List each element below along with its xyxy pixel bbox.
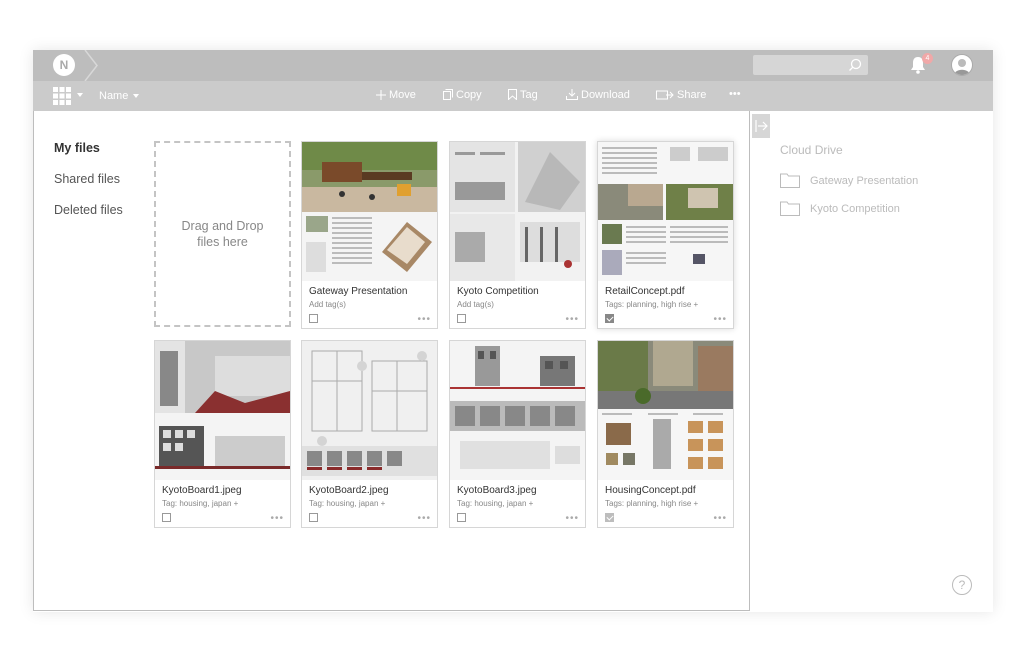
more-actions-button[interactable]: ••• <box>729 88 741 100</box>
search-icon[interactable] <box>848 58 862 72</box>
folder-label: Gateway Presentation <box>810 175 919 187</box>
file-tags[interactable]: Add tag(s) <box>309 300 346 309</box>
top-bar: N 4 <box>33 50 993 81</box>
file-tags[interactable]: Tag: housing, japan + <box>162 499 238 508</box>
bookmark-tag-icon <box>508 89 517 101</box>
file-select-checkbox[interactable] <box>605 314 614 323</box>
file-card[interactable]: Kyoto Competition Add tag(s) ••• <box>449 141 586 329</box>
file-thumbnail <box>450 341 585 480</box>
folder-icon <box>780 201 800 216</box>
file-select-checkbox[interactable] <box>457 513 466 522</box>
sort-dropdown[interactable]: Name <box>99 90 140 102</box>
collapse-panel-button[interactable] <box>752 114 770 138</box>
sidebar-item-my-files[interactable]: My files <box>54 141 123 172</box>
user-avatar-icon <box>954 59 970 75</box>
cloud-drive-title: Cloud Drive <box>780 143 843 157</box>
file-thumbnail <box>302 341 437 480</box>
breadcrumb-chevron-icon <box>84 50 98 81</box>
file-card[interactable]: RetailConcept.pdf Tags: planning, high r… <box>597 141 734 329</box>
file-tags[interactable]: Tags: planning, high rise + <box>605 499 698 508</box>
cloud-folder-item[interactable]: Gateway Presentation <box>780 173 918 188</box>
help-button[interactable]: ? <box>952 575 972 595</box>
file-more-button[interactable]: ••• <box>713 314 727 325</box>
file-name: KyotoBoard1.jpeg <box>162 485 242 496</box>
file-name: KyotoBoard3.jpeg <box>457 485 537 496</box>
file-more-button[interactable]: ••• <box>417 513 431 524</box>
tag-button[interactable]: Tag <box>508 89 538 101</box>
avatar[interactable] <box>951 54 973 76</box>
download-label: Download <box>581 89 630 101</box>
share-label: Share <box>677 89 707 101</box>
file-tags[interactable]: Tags: planning, high rise + <box>605 300 698 309</box>
file-thumbnail <box>598 142 733 281</box>
file-more-button[interactable]: ••• <box>565 513 579 524</box>
file-thumbnail <box>302 142 437 281</box>
cloud-drive-panel: Cloud Drive Gateway Presentation Kyoto C… <box>750 111 993 611</box>
toolbar: Name Move Copy Tag Download Share ••• <box>33 81 993 111</box>
download-button[interactable]: Download <box>566 89 630 101</box>
file-more-button[interactable]: ••• <box>270 513 284 524</box>
file-tags[interactable]: Tag: housing, japan + <box>457 499 533 508</box>
folder-label: Kyoto Competition <box>810 203 900 215</box>
download-icon <box>566 89 578 100</box>
file-card[interactable]: KyotoBoard2.jpeg Tag: housing, japan + •… <box>301 340 438 528</box>
sidebar-nav: My files Shared files Deleted files <box>54 141 123 234</box>
file-card[interactable]: HousingConcept.pdf Tags: planning, high … <box>597 340 734 528</box>
drop-zone-text: Drag and Drop files here <box>181 219 264 249</box>
file-name: Kyoto Competition <box>457 286 539 297</box>
file-name: RetailConcept.pdf <box>605 286 685 297</box>
file-card[interactable]: KyotoBoard3.jpeg Tag: housing, japan + •… <box>449 340 586 528</box>
drop-zone[interactable]: Drag and Drop files here <box>154 141 291 327</box>
tag-label: Tag <box>520 89 538 101</box>
file-select-checkbox[interactable] <box>162 513 171 522</box>
move-label: Move <box>389 89 416 101</box>
move-button[interactable]: Move <box>376 89 416 101</box>
sort-label: Name <box>99 90 129 102</box>
file-select-checkbox[interactable] <box>309 314 318 323</box>
file-browser: My files Shared files Deleted files Drag… <box>33 111 750 611</box>
file-select-checkbox[interactable] <box>605 513 614 522</box>
move-icon <box>376 90 386 100</box>
cloud-folder-item[interactable]: Kyoto Competition <box>780 201 900 216</box>
sidebar-item-shared-files[interactable]: Shared files <box>54 172 123 203</box>
file-thumbnail <box>598 341 733 480</box>
file-thumbnail <box>450 142 585 281</box>
file-name: Gateway Presentation <box>309 286 408 297</box>
copy-button[interactable]: Copy <box>443 89 482 101</box>
chevron-down-icon <box>133 94 140 98</box>
folder-icon <box>780 173 800 188</box>
file-name: HousingConcept.pdf <box>605 485 696 496</box>
sidebar-item-deleted-files[interactable]: Deleted files <box>54 203 123 234</box>
view-dropdown-caret-icon[interactable] <box>77 93 83 97</box>
app-window: N 4 Name Move Copy Tag Download Share ••… <box>33 50 993 612</box>
logo-icon[interactable]: N <box>53 54 75 76</box>
file-thumbnail <box>155 341 290 480</box>
file-card[interactable]: Gateway Presentation Add tag(s) ••• <box>301 141 438 329</box>
share-icon <box>656 90 674 100</box>
file-more-button[interactable]: ••• <box>417 314 431 325</box>
grid-view-icon[interactable] <box>53 87 71 105</box>
file-tags[interactable]: Add tag(s) <box>457 300 494 309</box>
file-select-checkbox[interactable] <box>457 314 466 323</box>
copy-label: Copy <box>456 89 482 101</box>
file-card[interactable]: KyotoBoard1.jpeg Tag: housing, japan + •… <box>154 340 291 528</box>
share-button[interactable]: Share <box>656 89 706 101</box>
file-more-button[interactable]: ••• <box>713 513 727 524</box>
collapse-arrow-icon <box>755 120 768 132</box>
file-name: KyotoBoard2.jpeg <box>309 485 389 496</box>
notification-badge: 4 <box>922 53 933 64</box>
file-tags[interactable]: Tag: housing, japan + <box>309 499 385 508</box>
file-select-checkbox[interactable] <box>309 513 318 522</box>
copy-icon <box>443 89 453 100</box>
file-more-button[interactable]: ••• <box>565 314 579 325</box>
search-input[interactable] <box>753 55 868 75</box>
